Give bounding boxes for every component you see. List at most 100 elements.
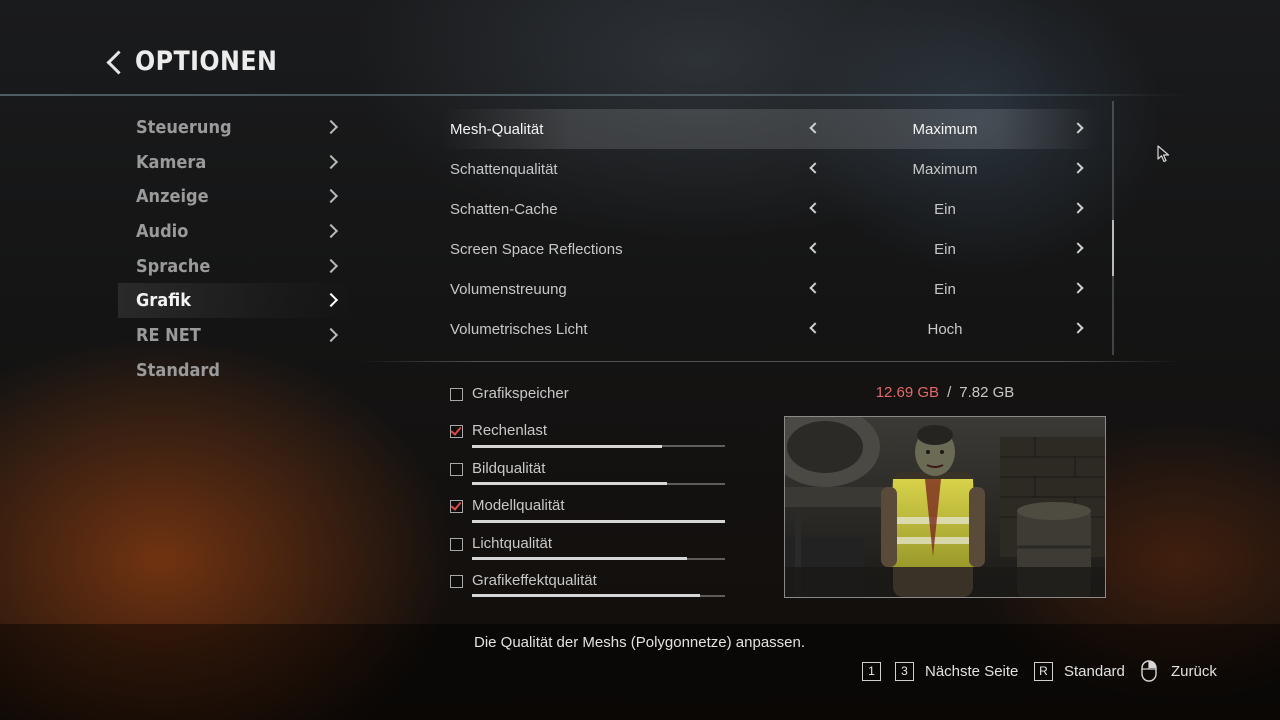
checkbox[interactable] bbox=[450, 537, 463, 551]
footer-next-page[interactable]: 1 3 Nächste Seite bbox=[862, 660, 1018, 682]
load-bar-track bbox=[472, 557, 725, 561]
setting-name: Screen Space Reflections bbox=[450, 240, 623, 258]
sidebar-item-re-net[interactable]: RE NET bbox=[118, 318, 358, 353]
chevron-left-icon[interactable] bbox=[809, 122, 821, 134]
load-bar-fill bbox=[472, 594, 700, 598]
load-breakdown-label: Modellqualität bbox=[472, 497, 565, 515]
scrollbar-thumb[interactable] bbox=[1112, 220, 1114, 276]
load-breakdown-label: Lichtqualität bbox=[472, 534, 553, 552]
sidebar-item-label: Anzeige bbox=[136, 186, 209, 208]
setting-value: Maximum bbox=[912, 160, 978, 178]
load-bar-track bbox=[472, 519, 725, 523]
checkbox[interactable] bbox=[450, 424, 463, 439]
chevron-left-icon[interactable] bbox=[809, 242, 821, 254]
setting-name: Volumetrisches Licht bbox=[450, 320, 588, 338]
key-r-icon: R bbox=[1034, 661, 1053, 681]
footer-back[interactable]: Zurück bbox=[1141, 660, 1217, 682]
key-1-icon: 1 bbox=[862, 661, 881, 681]
chevron-right-icon[interactable] bbox=[1072, 242, 1084, 254]
setting-value: Ein bbox=[934, 240, 956, 258]
sidebar-item-label: Grafik bbox=[136, 290, 192, 312]
sidebar-item-steuerung[interactable]: Steuerung bbox=[118, 110, 358, 145]
load-breakdown-label: Bildqualität bbox=[472, 459, 546, 477]
checkbox[interactable] bbox=[450, 462, 463, 476]
setting-value: Ein bbox=[934, 280, 956, 298]
chevron-right-icon bbox=[323, 328, 339, 343]
chevron-right-icon[interactable] bbox=[1072, 282, 1084, 294]
sidebar-item-label: Sprache bbox=[136, 255, 211, 277]
sidebar: Steuerung Kamera Anzeige Audio Sprache Grafik… bbox=[118, 110, 358, 388]
chevron-right-icon bbox=[323, 223, 339, 239]
settings-list: Mesh-Qualität Maximum Schattenqualität Maxi… bbox=[440, 109, 1100, 349]
setting-name: Schatten-Cache bbox=[450, 200, 558, 218]
chevron-left-icon[interactable] bbox=[809, 162, 821, 174]
sidebar-item-label: Kamera bbox=[136, 151, 207, 173]
setting-row[interactable]: Volumetrisches Licht Hoch bbox=[440, 309, 1100, 349]
standard-label: Standard bbox=[1064, 662, 1125, 680]
memory-readout: 12.69 GB / 7.82 GB bbox=[785, 384, 1105, 401]
load-breakdown-item: Modellqualität bbox=[449, 492, 739, 529]
setting-row[interactable]: Screen Space Reflections Ein bbox=[440, 229, 1100, 269]
load-bar-track bbox=[472, 444, 725, 448]
sidebar-item-kamera[interactable]: Kamera bbox=[118, 145, 358, 180]
checkbox[interactable] bbox=[450, 388, 463, 401]
load-breakdown-label: Grafikspeicher bbox=[472, 385, 569, 402]
sidebar-item-label: Audio bbox=[136, 220, 189, 242]
checkmark-icon bbox=[450, 424, 462, 437]
setting-description: Die Qualität der Meshs (Polygonnetze) an… bbox=[474, 634, 806, 651]
chevron-right-icon bbox=[323, 119, 339, 135]
back-label: Zurück bbox=[1171, 662, 1217, 680]
key-3-icon: 3 bbox=[895, 661, 914, 681]
footer-standard[interactable]: R Standard bbox=[1034, 660, 1125, 682]
setting-value: Hoch bbox=[927, 320, 963, 338]
chevron-right-icon[interactable] bbox=[1072, 162, 1084, 174]
memory-total: 7.82 GB bbox=[959, 384, 1015, 401]
checkbox[interactable] bbox=[450, 499, 463, 514]
setting-row[interactable]: Schattenqualität Maximum bbox=[440, 149, 1100, 189]
load-bar-fill bbox=[472, 519, 725, 523]
sidebar-item-sprache[interactable]: Sprache bbox=[118, 249, 358, 284]
setting-name: Mesh-Qualität bbox=[450, 120, 544, 138]
load-breakdown-item: Rechenlast bbox=[449, 417, 739, 454]
load-bar-fill bbox=[472, 444, 662, 448]
zombie-preview-image bbox=[784, 416, 1106, 598]
next-page-label: Nächste Seite bbox=[925, 662, 1019, 680]
chevron-right-icon[interactable] bbox=[1072, 202, 1084, 214]
chevron-left-icon[interactable] bbox=[809, 322, 821, 334]
mouse-right-click-icon bbox=[1141, 660, 1157, 682]
header-divider bbox=[0, 94, 1190, 96]
chevron-right-icon bbox=[323, 189, 339, 204]
chevron-right-icon bbox=[323, 293, 339, 308]
sidebar-item-label: RE NET bbox=[136, 324, 201, 346]
load-breakdown-item: Bildqualität bbox=[449, 455, 739, 492]
setting-name: Schattenqualität bbox=[450, 160, 558, 178]
setting-value: Maximum bbox=[912, 120, 978, 138]
checkbox[interactable] bbox=[450, 574, 463, 588]
setting-name: Volumenstreuung bbox=[450, 280, 567, 298]
chevron-right-icon[interactable] bbox=[1072, 122, 1084, 134]
chevron-right-icon bbox=[323, 258, 339, 273]
back-chevron-icon[interactable] bbox=[106, 50, 131, 75]
sidebar-item-grafik[interactable]: Grafik bbox=[118, 283, 358, 319]
sidebar-item-anzeige[interactable]: Anzeige bbox=[118, 179, 358, 214]
sidebar-item-audio[interactable]: Audio bbox=[118, 214, 358, 249]
setting-value: Ein bbox=[934, 200, 956, 218]
chevron-right-icon[interactable] bbox=[1072, 322, 1084, 334]
chevron-left-icon[interactable] bbox=[809, 282, 821, 294]
sidebar-item-standard[interactable]: Standard bbox=[118, 353, 358, 388]
sidebar-item-label: Standard bbox=[136, 359, 220, 381]
header: OPTIONEN bbox=[106, 46, 297, 77]
setting-row[interactable]: Schatten-Cache Ein bbox=[440, 189, 1100, 229]
load-breakdown-item: Lichtqualität bbox=[449, 530, 739, 567]
load-breakdown-item: Grafikspeicher bbox=[449, 380, 739, 417]
memory-separator: / bbox=[947, 384, 952, 401]
load-bar-fill bbox=[472, 482, 667, 486]
mouse-cursor-icon bbox=[1157, 145, 1170, 163]
setting-row[interactable]: Volumenstreuung Ein bbox=[440, 269, 1100, 309]
chevron-left-icon[interactable] bbox=[809, 202, 821, 214]
setting-row[interactable]: Mesh-Qualität Maximum bbox=[440, 109, 1100, 149]
load-breakdown-item: Grafikeffektqualität bbox=[449, 567, 739, 604]
load-breakdown-label: Rechenlast bbox=[472, 422, 548, 440]
section-divider bbox=[360, 361, 1180, 362]
load-breakdown-label: Grafikeffektqualität bbox=[472, 571, 597, 589]
